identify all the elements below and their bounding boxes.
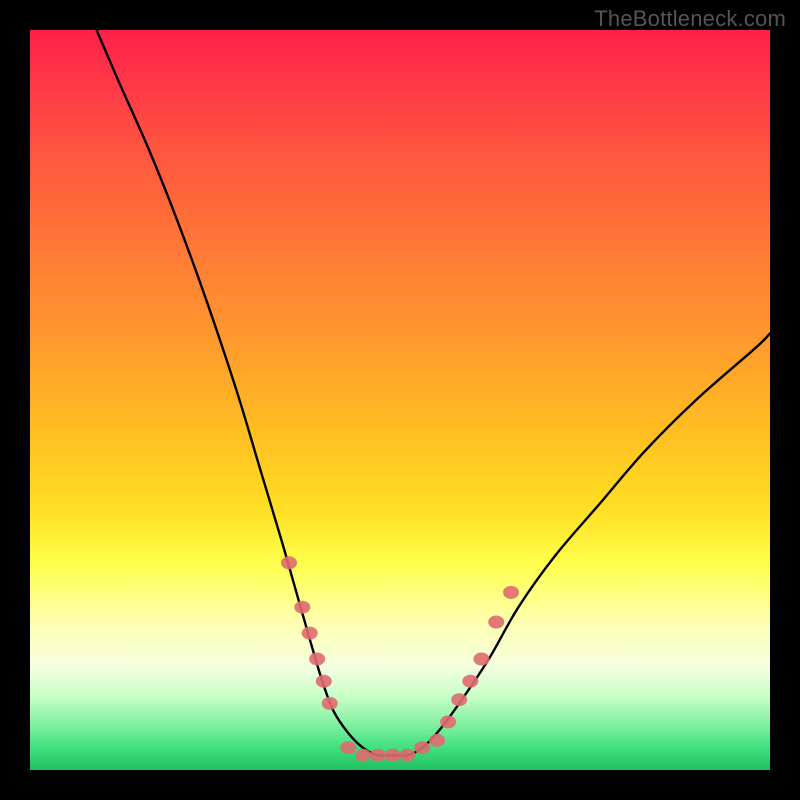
- marker-dot: [294, 601, 310, 614]
- chart-frame: TheBottleneck.com: [0, 0, 800, 800]
- marker-dot: [503, 586, 519, 599]
- plot-area: [30, 30, 770, 770]
- marker-dot: [488, 616, 504, 629]
- marker-dot: [316, 675, 332, 688]
- marker-dot: [355, 749, 371, 762]
- marker-dot: [309, 653, 325, 666]
- marker-dot: [385, 749, 401, 762]
- marker-dot: [440, 715, 456, 728]
- marker-dot: [414, 741, 430, 754]
- curve-overlay: [30, 30, 770, 770]
- marker-dot: [281, 556, 297, 569]
- marker-dot: [451, 693, 467, 706]
- marker-dot: [370, 749, 386, 762]
- highlight-markers: [281, 556, 519, 761]
- bottleneck-curve: [97, 30, 770, 756]
- marker-dot: [340, 741, 356, 754]
- marker-dot: [429, 734, 445, 747]
- watermark-text: TheBottleneck.com: [594, 6, 786, 32]
- marker-dot: [473, 653, 489, 666]
- marker-dot: [322, 697, 338, 710]
- marker-dot: [462, 675, 478, 688]
- marker-dot: [399, 749, 415, 762]
- marker-dot: [302, 627, 318, 640]
